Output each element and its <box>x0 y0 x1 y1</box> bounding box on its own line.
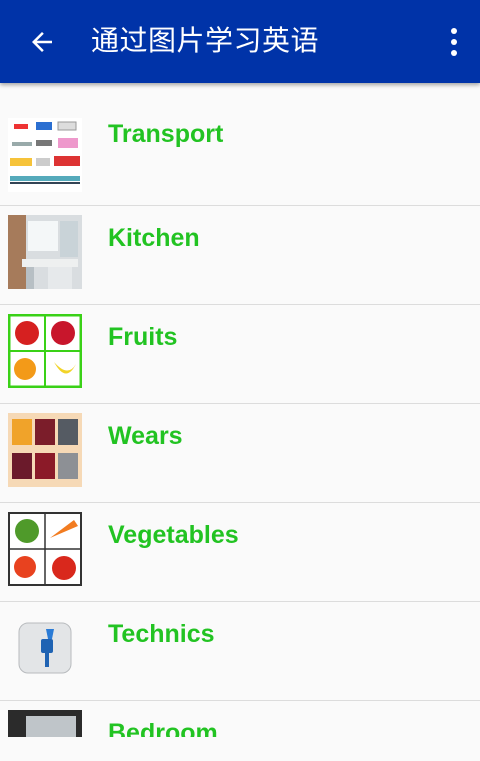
overflow-menu-button[interactable] <box>438 24 470 60</box>
category-list: Transport Kitchen Fruits Wears Vegetable… <box>0 83 480 737</box>
fruits-thumbnail <box>8 314 82 388</box>
list-item-vegetables[interactable]: Vegetables <box>0 503 480 602</box>
more-vert-dot <box>451 50 457 56</box>
list-item-label: Vegetables <box>108 521 239 549</box>
transport-thumbnail <box>8 118 82 192</box>
list-item-label: Technics <box>108 620 215 648</box>
bottom-strip <box>0 737 480 761</box>
back-button[interactable] <box>26 26 58 58</box>
list-item-transport[interactable]: Transport <box>0 83 480 206</box>
list-item-label: Wears <box>108 422 183 450</box>
arrow-back-icon <box>32 32 52 52</box>
list-item-fruits[interactable]: Fruits <box>0 305 480 404</box>
list-item-technics[interactable]: Technics <box>0 602 480 701</box>
list-item-bedroom[interactable]: Bedroom <box>0 701 480 737</box>
page-title: 通过图片学习英语 <box>91 24 320 57</box>
kitchen-thumbnail <box>8 215 82 289</box>
list-item-label: Fruits <box>108 323 178 351</box>
more-vert-icon <box>451 28 457 34</box>
app-bar: 通过图片学习英语 <box>0 0 480 83</box>
bedroom-thumbnail <box>8 710 82 737</box>
list-item-label: Bedroom <box>108 719 218 737</box>
list-item-label: Transport <box>108 120 224 148</box>
technics-thumbnail <box>8 611 82 685</box>
wears-thumbnail <box>8 413 82 487</box>
list-item-kitchen[interactable]: Kitchen <box>0 206 480 305</box>
vegetables-thumbnail <box>8 512 82 586</box>
list-item-label: Kitchen <box>108 224 200 252</box>
more-vert-dot <box>451 39 457 45</box>
list-item-wears[interactable]: Wears <box>0 404 480 503</box>
